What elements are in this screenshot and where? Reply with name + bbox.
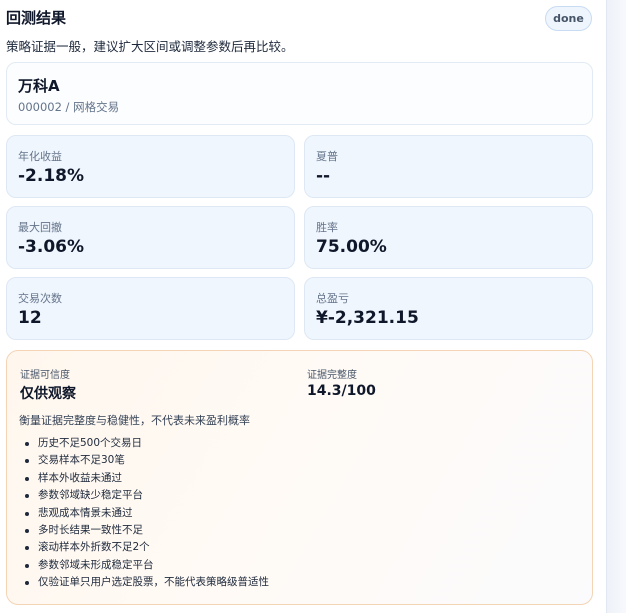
metric-label: 胜率 — [316, 221, 338, 234]
metric-sharpe: 夏普 -- — [304, 135, 593, 198]
metric-value: 12 — [18, 308, 42, 328]
metric-value: -2.18% — [18, 166, 85, 186]
list-item: 悲观成本情景未通过 — [19, 505, 269, 522]
evidence-description: 衡量证据完整度与稳健性，不代表未来盈利概率 — [19, 414, 250, 427]
warning-list: 历史不足500个交易日 交易样本不足30笔 样本外收益未通过 参数邻域缺少稳定平… — [19, 435, 269, 592]
list-item: 样本外收益未通过 — [19, 470, 269, 487]
metric-label: 交易次数 — [18, 292, 62, 305]
metric-trade-count: 交易次数 12 — [6, 277, 295, 340]
panel-title: 回测结果 — [6, 9, 67, 27]
completeness-value: 14.3/100 — [307, 383, 376, 399]
result-summary: 策略证据一般，建议扩大区间或调整参数后再比较。 — [6, 39, 294, 54]
status-badge: done — [545, 6, 592, 31]
list-item: 仅验证单只用户选定股票，不能代表策略级普适性 — [19, 574, 269, 591]
metric-max-drawdown: 最大回撤 -3.06% — [6, 206, 295, 269]
metric-label: 最大回撤 — [18, 221, 62, 234]
metric-total-pnl: 总盈亏 ¥-2,321.15 — [304, 277, 593, 340]
list-item: 参数邻域缺少稳定平台 — [19, 487, 269, 504]
list-item: 滚动样本外折数不足2个 — [19, 539, 269, 556]
metric-annual-return: 年化收益 -2.18% — [6, 135, 295, 198]
metric-win-rate: 胜率 75.00% — [304, 206, 593, 269]
metric-label: 年化收益 — [18, 150, 62, 163]
metric-value: ¥-2,321.15 — [316, 308, 419, 328]
metric-label: 总盈亏 — [316, 292, 349, 305]
list-item: 交易样本不足30笔 — [19, 452, 269, 469]
metric-value: -3.06% — [18, 237, 85, 257]
list-item: 历史不足500个交易日 — [19, 435, 269, 452]
metric-value: 75.00% — [316, 237, 387, 257]
backtest-result-panel: 回测结果 done 策略证据一般，建议扩大区间或调整参数后再比较。 万科A 00… — [0, 0, 606, 613]
metric-label: 夏普 — [316, 150, 338, 163]
evidence-card: 证据可信度 仅供观察 证据完整度 14.3/100 衡量证据完整度与稳健性，不代… — [6, 350, 593, 605]
stock-name: 万科A — [18, 77, 60, 95]
list-item: 多时长结果一致性不足 — [19, 522, 269, 539]
stock-code-strategy: 000002 / 网格交易 — [18, 100, 120, 114]
metric-value: -- — [316, 166, 331, 186]
scrollbar-track[interactable] — [606, 0, 626, 613]
stock-card: 万科A 000002 / 网格交易 — [6, 62, 593, 125]
confidence-value: 仅供观察 — [20, 386, 76, 402]
completeness-label: 证据完整度 — [307, 370, 357, 381]
confidence-label: 证据可信度 — [20, 370, 70, 381]
list-item: 参数邻域未形成稳定平台 — [19, 557, 269, 574]
